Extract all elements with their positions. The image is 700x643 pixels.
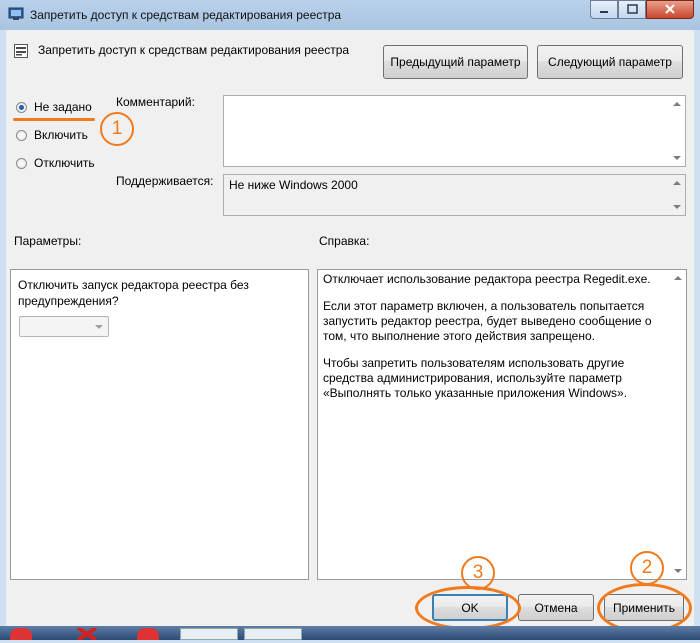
taskbar-app-icon[interactable] bbox=[137, 628, 159, 640]
option-dropdown[interactable] bbox=[19, 316, 109, 337]
next-setting-button[interactable]: Следующий параметр bbox=[537, 45, 683, 79]
radio-indicator[interactable] bbox=[16, 129, 27, 141]
help-paragraph: Отключает использование редактора реестр… bbox=[323, 272, 651, 286]
help-paragraph: Чтобы запретить пользователям использова… bbox=[323, 356, 628, 400]
scroll-down-icon[interactable] bbox=[673, 205, 681, 209]
help-scrollbar[interactable] bbox=[670, 270, 686, 579]
annotation-step-2: 2 bbox=[630, 551, 664, 585]
help-panel: Отключает использование редактора реестр… bbox=[317, 269, 687, 580]
window-title: Запретить доступ к средствам редактирова… bbox=[30, 8, 342, 22]
comment-label: Комментарий: bbox=[116, 95, 195, 109]
previous-setting-button[interactable]: Предыдущий параметр bbox=[383, 45, 528, 79]
chevron-down-icon[interactable] bbox=[95, 325, 103, 329]
help-paragraph: Если этот параметр включен, а пользовате… bbox=[323, 299, 652, 343]
radio-enabled[interactable]: Включить bbox=[16, 128, 88, 142]
maximize-icon bbox=[627, 4, 638, 14]
scroll-up-icon[interactable] bbox=[673, 102, 681, 106]
red-x-icon bbox=[76, 626, 98, 642]
taskbar-app-icon[interactable] bbox=[180, 628, 238, 640]
taskbar-app-icon[interactable] bbox=[10, 628, 32, 640]
supported-label: Поддерживается: bbox=[116, 174, 214, 188]
scroll-down-icon[interactable] bbox=[674, 569, 682, 573]
supported-value: Не ниже Windows 2000 bbox=[229, 178, 358, 192]
cancel-button[interactable]: Отмена bbox=[518, 594, 594, 621]
option-text: Отключить запуск редактора реестра без п… bbox=[18, 278, 249, 308]
help-section-label: Справка: bbox=[319, 234, 370, 248]
close-button[interactable] bbox=[646, 0, 694, 19]
close-icon bbox=[665, 4, 675, 14]
taskbar-app-icon[interactable] bbox=[72, 626, 102, 642]
title-bar: Запретить доступ к средствам редактирова… bbox=[0, 0, 700, 30]
radio-indicator[interactable] bbox=[16, 157, 27, 169]
comment-scrollbar[interactable] bbox=[669, 96, 685, 166]
help-text: Отключает использование редактора реестр… bbox=[323, 272, 663, 413]
scroll-up-icon[interactable] bbox=[673, 181, 681, 185]
minimize-button[interactable] bbox=[590, 0, 618, 19]
supported-field: Не ниже Windows 2000 bbox=[223, 174, 686, 216]
annotation-underline bbox=[13, 118, 95, 121]
policy-setting-icon bbox=[14, 44, 28, 58]
minimize-icon bbox=[600, 11, 608, 13]
radio-indicator-checked[interactable] bbox=[16, 101, 27, 113]
annotation-step-3: 3 bbox=[461, 556, 495, 590]
scroll-down-icon[interactable] bbox=[673, 156, 681, 160]
radio-not-configured[interactable]: Не задано bbox=[16, 100, 92, 114]
radio-label: Включить bbox=[34, 128, 88, 142]
options-section-label: Параметры: bbox=[14, 234, 82, 248]
options-panel: Отключить запуск редактора реестра без п… bbox=[10, 269, 309, 580]
annotation-ellipse-ok bbox=[415, 586, 521, 630]
radio-disabled[interactable]: Отключить bbox=[16, 156, 95, 170]
radio-label: Не задано bbox=[34, 100, 92, 114]
maximize-button[interactable] bbox=[618, 0, 646, 19]
scroll-up-icon[interactable] bbox=[674, 276, 682, 280]
radio-label: Отключить bbox=[34, 156, 95, 170]
taskbar-app-icon[interactable] bbox=[244, 628, 302, 640]
comment-textarea[interactable] bbox=[223, 95, 686, 167]
annotation-step-1: 1 bbox=[100, 112, 134, 146]
window-app-icon bbox=[8, 7, 24, 20]
policy-title: Запретить доступ к средствам редактирова… bbox=[38, 43, 350, 57]
taskbar bbox=[0, 626, 700, 642]
supported-scrollbar[interactable] bbox=[669, 175, 685, 215]
